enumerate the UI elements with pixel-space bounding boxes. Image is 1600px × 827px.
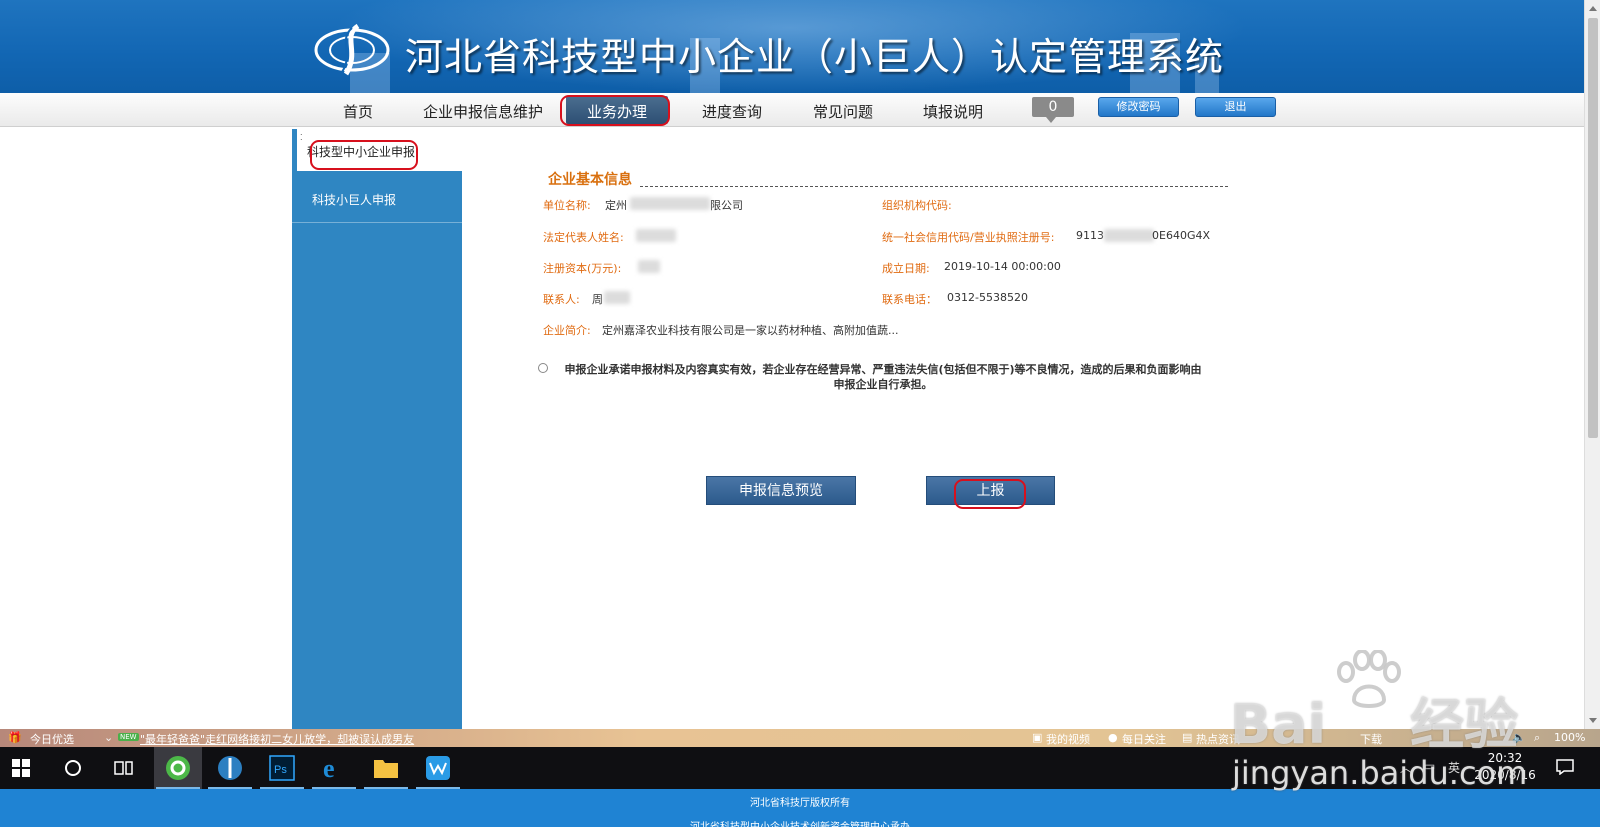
credit-code-value-start: 9113 [1076,229,1104,242]
pledge-text: 申报企业承诺申报材料及内容真实有效，若企业存在经营异常、严重违法失信(包括但不限… [538,362,1228,392]
annotation-highlight-sidebar [310,140,418,170]
taskbar-app-6[interactable] [414,747,462,789]
credit-code-value-end: 0E640G4X [1152,229,1211,242]
sidebar-grip-icon: ⁚ [300,133,303,142]
notification-icon[interactable] [1556,759,1574,775]
footer-organizer: 河北省科技型中小企业技术创新资金管理中心承办 [0,818,1600,827]
preview-button[interactable]: 申报信息预览 [706,476,856,505]
photoshop-icon: Ps [269,755,295,781]
taskbar-browser[interactable] [154,747,202,789]
browser-page: 河北省科技型中小企业（小巨人）认定管理系统 首页 企业申报信息维护 业务办理 进… [0,0,1600,827]
header-banner: 河北省科技型中小企业（小巨人）认定管理系统 [0,0,1584,93]
clock-time: 20:32 [1487,751,1523,765]
redacted-field [630,197,710,210]
annotation-highlight-submit [954,479,1026,509]
redacted-field [636,229,676,242]
gift-icon: 🎁 [8,731,22,744]
founded-label: 成立日期: [882,262,930,275]
ticker-my-video[interactable]: 我的视频 [1046,731,1090,747]
scroll-up-icon[interactable] [1589,6,1597,11]
video-icon: ▣ [1032,731,1043,744]
message-count-badge[interactable]: 0 [1032,97,1074,123]
page-scrollbar[interactable] [1584,0,1600,731]
browser-icon [166,756,190,780]
sidebar-item-little-giant[interactable]: 科技小巨人申报 [312,191,396,208]
taskbar-clock[interactable]: 20:32 2020/8/16 [1470,750,1540,784]
news-ticker-bar: 🎁 今日优选 ⌄ NEW "最年轻爸爸"走红网络接初二女儿放学，却被误认成男友 … [0,729,1600,747]
legal-rep-label: 法定代表人姓名: [543,231,624,244]
taskbar-photoshop[interactable]: Ps [258,747,306,789]
app-icon [218,756,242,780]
phone-value: 0312-5538520 [947,291,1028,304]
nav-instructions[interactable]: 填报说明 [923,101,983,122]
windows-taskbar: Ps e ︿ ▭ 英 20:32 2020/8/16 [0,747,1600,789]
zoom-icon[interactable]: ⌕ [1534,731,1540,745]
intro-label: 企业简介: [543,324,591,337]
pledge-line-2: 申报企业自行承担。 [833,378,933,391]
app-icon [426,756,450,780]
section-title: 企业基本信息 [548,172,632,188]
ticker-headline[interactable]: "最年轻爸爸"走红网络接初二女儿放学，却被误认成男友 [140,731,414,747]
credit-code-label: 统一社会信用代码/营业执照注册号: [882,231,1055,244]
tray-up-icon[interactable]: ︿ [1400,759,1412,776]
logout-button[interactable]: 退出 [1195,97,1276,117]
change-password-button[interactable]: 修改密码 [1098,97,1179,117]
redacted-field [1104,229,1154,242]
paw-icon [1337,650,1401,708]
zoom-level[interactable]: 100% [1554,731,1585,744]
main-nav: 首页 企业申报信息维护 业务办理 进度查询 常见问题 填报说明 0 修改密码 退… [0,93,1584,127]
nav-progress[interactable]: 进度查询 [702,101,762,122]
play-icon: ● [1108,731,1118,744]
system-logo-icon [314,23,390,76]
contact-value: 周 [592,293,603,306]
clock-date: 2020/8/16 [1474,768,1536,782]
nav-faq[interactable]: 常见问题 [813,101,873,122]
intro-value: 定州嘉泽农业科技有限公司是一家以药材种植、高附加值蔬... [602,324,899,337]
network-icon[interactable]: ▭ [1424,759,1435,773]
task-view-icon[interactable] [114,759,134,777]
ime-indicator[interactable]: 英 [1448,759,1460,776]
ticker-daily[interactable]: 每日关注 [1122,731,1166,747]
ticker-download[interactable]: 下载 [1360,731,1382,747]
news-icon: ▤ [1182,731,1193,744]
chevron-down-icon[interactable]: ⌄ [104,731,113,744]
company-name-value-end: 限公司 [710,199,743,212]
pledge-line-1: 申报企业承诺申报材料及内容真实有效，若企业存在经营异常、严重违法失信(包括但不限… [564,363,1202,376]
contact-label: 联系人: [543,293,580,306]
windows-start-icon[interactable] [12,759,30,777]
footer-copyright: 河北省科技厅版权所有 [750,798,850,809]
edge-icon: e [323,755,335,781]
folder-icon [374,760,398,778]
svg-text:Ps: Ps [274,764,287,776]
volume-icon[interactable]: 🔈 [1512,731,1526,744]
section-divider [640,186,1228,187]
taskbar-edge[interactable]: e [310,747,358,789]
sidebar-divider [292,222,462,223]
ticker-hot-news[interactable]: 热点资讯 [1196,731,1240,747]
sidebar: 科技型中小企业申报 科技小巨人申报 [292,129,462,729]
search-icon[interactable] [64,759,82,777]
svg-text:e: e [323,755,335,781]
scroll-down-icon[interactable] [1589,718,1597,723]
ticker-channel[interactable]: 今日优选 [30,731,74,747]
taskbar-file-explorer[interactable] [362,747,410,789]
founded-value: 2019-10-14 00:00:00 [944,260,1061,273]
company-name-label: 单位名称: [543,199,591,212]
capital-label: 注册资本(万元): [543,262,622,275]
new-badge: NEW [118,733,139,741]
phone-label: 联系电话： [882,293,937,306]
redacted-field [604,291,630,304]
taskbar-app-2[interactable] [206,747,254,789]
page-footer: 河北省科技厅版权所有 河北省科技型中小企业技术创新资金管理中心承办 [0,789,1600,827]
company-name-value-start: 定州 [605,199,627,212]
org-code-label: 组织机构代码: [882,199,952,212]
scroll-thumb[interactable] [1588,18,1598,438]
system-title: 河北省科技型中小企业（小巨人）认定管理系统 [405,35,1225,79]
nav-home[interactable]: 首页 [343,101,373,122]
nav-company-info[interactable]: 企业申报信息维护 [423,101,543,122]
redacted-field [638,260,660,273]
annotation-highlight-nav [560,95,670,126]
